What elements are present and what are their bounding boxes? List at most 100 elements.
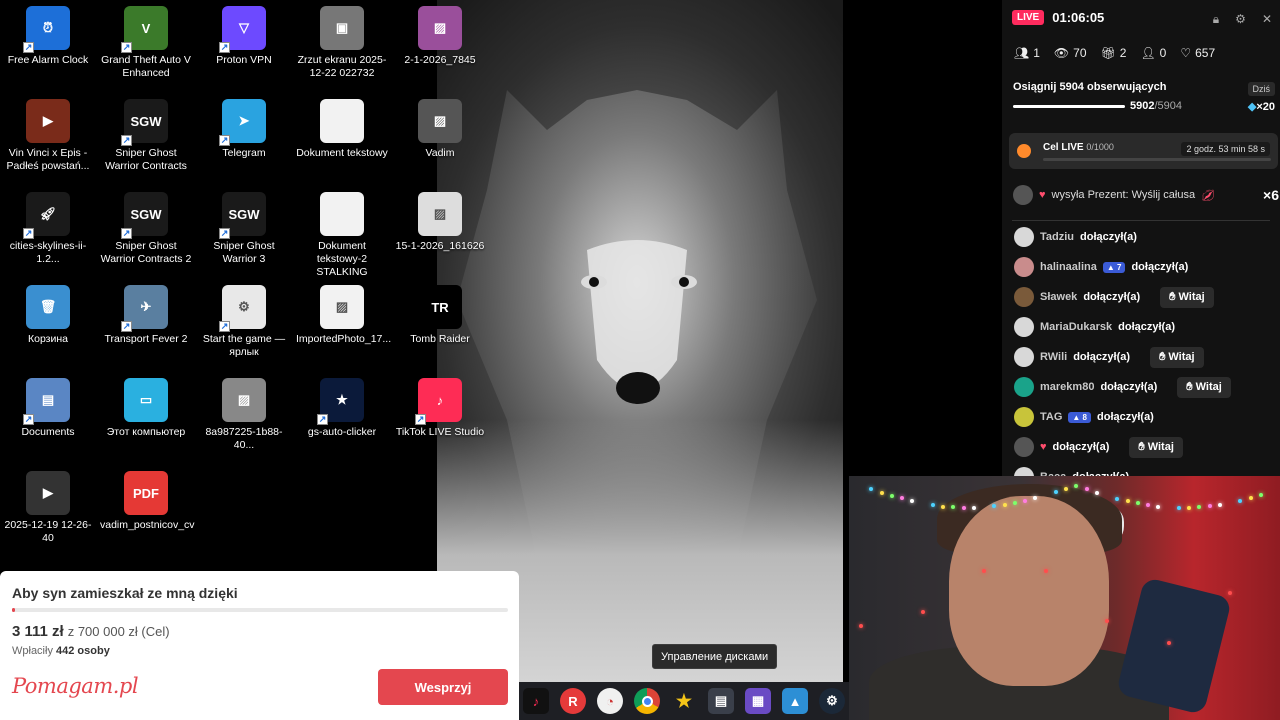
level-badge: ▲ 7	[1102, 261, 1126, 273]
live-timer: 01:06:05	[1052, 10, 1105, 25]
fundraiser-progress-bar	[12, 608, 508, 612]
desktop-icon[interactable]: PDF vadim_postnicov_cv	[98, 467, 195, 555]
shortcut-arrow-icon: ↗	[219, 228, 230, 239]
desktop-icon[interactable]: Dokument tekstowy-2 STALKING	[294, 188, 390, 278]
desktop-icon[interactable]: ▨ ImportedPhoto_17...	[294, 281, 391, 369]
disk-management-icon[interactable]: ▤	[708, 688, 734, 714]
desktop-icon[interactable]: ➤ ↗ Telegram	[196, 95, 292, 183]
pomagam-logo[interactable]: Pomagam.pl	[12, 674, 139, 698]
desktop-icon-label: TikTok LIVE Studio	[395, 426, 485, 438]
lock-icon[interactable]: 🔒︎	[1213, 12, 1219, 27]
viewer-name[interactable]: Sławek	[1040, 291, 1077, 303]
sgw3-icon: SGW ↗	[219, 192, 266, 239]
desktop-icon-label: Этот компьютер	[106, 426, 186, 438]
desktop-icon-label: Free Alarm Clock	[7, 54, 89, 66]
photos-icon[interactable]: ▲	[782, 688, 808, 714]
desktop-icon[interactable]: SGW ↗ Sniper Ghost Warrior 3	[196, 188, 292, 276]
viewer-name[interactable]: marekm80	[1040, 381, 1094, 393]
live-goal-label: Cel LIVE 0/1000	[1043, 142, 1114, 153]
star-icon[interactable]: ★	[671, 688, 697, 714]
live-event-row: ♥ dołączył(a) ✋︎ Witaj	[1014, 436, 1183, 458]
light-bulb	[1217, 502, 1222, 507]
goal-amount: z 700 000 zł (Cel)	[67, 624, 170, 639]
gear-icon[interactable]: ⚙	[1235, 12, 1246, 27]
gta-v-icon: V ↗	[121, 6, 168, 53]
steam-icon[interactable]: ⚙	[819, 688, 845, 714]
live-header: LIVE 01:06:05	[1012, 10, 1104, 25]
desktop-icon[interactable]: ▽ ↗ Proton VPN	[196, 2, 292, 90]
desktop-icon[interactable]: 🚀︎ ↗ cities-skylines-ii-1.2...	[0, 188, 96, 276]
tiktok-icon[interactable]: ♪	[523, 688, 549, 714]
wave-icon: ✋︎	[1169, 290, 1179, 303]
viewer-name[interactable]: halinaalina	[1040, 261, 1097, 273]
light-bulb	[1074, 484, 1079, 489]
desktop-icon[interactable]: ♪ ↗ TikTok LIVE Studio	[392, 374, 488, 462]
fundraiser-card: Aby syn zamieszkał ze mną dzięki 3 111 z…	[0, 571, 519, 720]
desktop-icon[interactable]: ▶ Vin Vinci x Epis - Padłeś powstań...	[0, 95, 96, 183]
shortcut-arrow-icon: ↗	[23, 228, 34, 239]
viewer-name[interactable]: TAG	[1040, 411, 1062, 423]
event-action: dołączył(a)	[1080, 231, 1137, 243]
raised-amount: 3 111 zł	[12, 623, 64, 640]
chat-icon[interactable]: ◔	[597, 688, 623, 714]
chrome-icon[interactable]	[634, 688, 660, 714]
smartphone	[1115, 576, 1233, 716]
computer-icon: ▭	[124, 378, 168, 422]
light-bulb	[1043, 568, 1048, 573]
close-icon[interactable]: ✕	[1262, 12, 1272, 27]
desktop-icon[interactable]: ▣ Zrzut ekranu 2025-12-22 022732	[294, 2, 390, 90]
shortcut-arrow-icon: ↗	[121, 135, 132, 146]
desktop-icon[interactable]: ▨ 8a987225-1b88-40...	[196, 374, 292, 462]
rockstar-icon[interactable]: R	[560, 688, 586, 714]
image-file-icon: ▨	[418, 99, 462, 143]
desktop-icon[interactable]: ▨ Vadim	[392, 95, 488, 183]
avatar	[1014, 377, 1034, 397]
gears-icon: ⚙ ↗	[219, 285, 266, 332]
app-icon[interactable]: ▦	[745, 688, 771, 714]
welcome-button[interactable]: ✋︎ Witaj	[1160, 286, 1214, 308]
live-goal-card[interactable]: Cel LIVE 0/1000 2 godz. 53 min 58 s	[1009, 133, 1278, 169]
avatar	[1014, 437, 1034, 457]
desktop-icon-label: Sniper Ghost Warrior 3	[213, 240, 275, 265]
desktop-icon[interactable]: ✈︎ ↗ Transport Fever 2	[98, 281, 194, 369]
welcome-button[interactable]: ✋︎ Witaj	[1150, 346, 1204, 368]
heart-icon: ♥	[1039, 189, 1046, 201]
desktop-icon[interactable]: V ↗ Grand Theft Auto V Enhanced	[98, 2, 194, 90]
desktop-icon[interactable]: ▭ Этот компьютер	[98, 374, 194, 462]
desktop-icon-label: cities-skylines-ii-1.2...	[9, 240, 87, 265]
follower-goal: Osiągnij 5904 obserwujących Dziś 5902/59…	[1013, 81, 1275, 113]
desktop-icon-label: Proton VPN	[216, 54, 272, 66]
desktop-icon[interactable]: ▨ 15-1-2026_161626	[392, 188, 488, 276]
desktop-icon[interactable]: SGW ↗ Sniper Ghost Warrior Contracts	[98, 95, 194, 183]
light-bulb	[930, 503, 935, 508]
tiktok-live-panel: LIVE 01:06:05 🔒︎ ⚙ ✕ 👥︎ 1 👁︎ 70 🎁︎ 2 👤︎ 0 ♡ 6…	[1002, 0, 1280, 476]
light-bulb	[1248, 496, 1253, 501]
welcome-label: Witaj	[1195, 380, 1222, 393]
desktop-icon[interactable]: SGW ↗ Sniper Ghost Warrior Contracts 2	[98, 188, 194, 276]
viewer-name[interactable]: MariaDukarsk	[1040, 321, 1112, 333]
welcome-button[interactable]: ✋︎ Witaj	[1129, 436, 1183, 458]
desktop-icon[interactable]: TR Tomb Raider	[392, 281, 488, 369]
light-bulb	[859, 624, 863, 628]
welcome-button[interactable]: ✋︎ Witaj	[1177, 376, 1231, 398]
support-button[interactable]: Wesprzyj	[378, 669, 508, 705]
viewer-name[interactable]: RWili	[1040, 351, 1067, 363]
proton-vpn-icon: ▽ ↗	[219, 6, 266, 53]
desktop-icon[interactable]: Dokument tekstowy	[294, 95, 390, 183]
desktop-icon[interactable]: ▤ ↗ Documents	[0, 374, 96, 462]
desktop-icon[interactable]: 🗑︎ Корзина	[0, 281, 96, 369]
donors-label: Wpłaciły	[12, 645, 53, 657]
desktop-icon[interactable]: ⏰︎ ↗ Free Alarm Clock	[0, 2, 96, 90]
desktop-icon[interactable]: ⚙ ↗ Start the game — ярлык	[196, 281, 292, 369]
desktop-icon[interactable]: ▶ 2025-12-19 12-26-40	[0, 467, 96, 555]
gift-text: wysyła Prezent: Wyślij całusa	[1051, 189, 1196, 201]
add-user-icon: 👤︎	[1140, 46, 1156, 60]
desktop-icon[interactable]: ★ ↗ gs-auto-clicker	[294, 374, 390, 462]
desktop-icon-label: vadim_postnicov_cv	[100, 519, 195, 531]
taskbar: ♪ R ◔ ★ ▤ ▦ ▲ ⚙	[519, 682, 849, 720]
viewer-name[interactable]: Tadziu	[1040, 231, 1074, 243]
live-goal-timer: 2 godz. 53 min 58 s	[1181, 142, 1270, 156]
image-file-icon: ▨	[222, 378, 266, 422]
desktop-icon[interactable]: ▨ 2-1-2026_7845	[392, 2, 488, 90]
today-badge: Dziś	[1247, 82, 1275, 96]
